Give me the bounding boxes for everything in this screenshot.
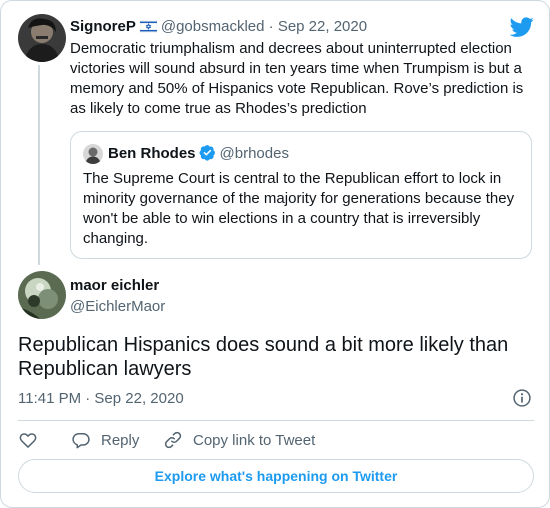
tweet-card: SignoreP @gobsmackled · Sep 22, 2020 Dem… bbox=[0, 0, 550, 508]
explore-label: Explore what's happening on Twitter bbox=[154, 468, 398, 484]
reply-label: Reply bbox=[101, 431, 140, 449]
quoted-tweet-text: The Supreme Court is central to the Repu… bbox=[83, 170, 515, 247]
twitter-bird-icon[interactable] bbox=[510, 15, 534, 39]
heart-icon bbox=[19, 433, 37, 448]
maor-eichler-avatar[interactable] bbox=[18, 271, 66, 319]
main-author-name[interactable]: maor eichler bbox=[70, 276, 159, 296]
parent-author-name[interactable]: SignoreP bbox=[70, 18, 136, 35]
main-tweet-text: Republican Hispanics does sound a bit mo… bbox=[18, 334, 509, 380]
header-separator: · bbox=[268, 18, 274, 35]
signorep-avatar[interactable] bbox=[18, 14, 66, 62]
quoted-author-handle: @brhodes bbox=[219, 145, 289, 162]
divider bbox=[18, 420, 534, 421]
like-button[interactable] bbox=[18, 429, 38, 451]
thread-connector-line bbox=[38, 65, 40, 265]
verified-badge-icon bbox=[199, 145, 215, 161]
copy-link-label: Copy link to Tweet bbox=[193, 431, 316, 449]
parent-tweet-date[interactable]: Sep 22, 2020 bbox=[278, 18, 367, 35]
parent-tweet-header: SignoreP @gobsmackled · Sep 22, 2020 bbox=[70, 17, 367, 37]
link-icon bbox=[164, 431, 182, 449]
quoted-tweet-header: Ben Rhodes @brhodes bbox=[108, 144, 289, 164]
explore-twitter-button[interactable]: Explore what's happening on Twitter bbox=[18, 459, 534, 493]
reply-button[interactable]: Reply bbox=[71, 429, 139, 451]
ben-rhodes-avatar bbox=[83, 144, 103, 164]
parent-tweet-text: Democratic triumphalism and decrees abou… bbox=[70, 40, 524, 117]
israel-flag-icon bbox=[139, 20, 157, 33]
copy-link-button[interactable]: Copy link to Tweet bbox=[163, 429, 315, 451]
reply-icon bbox=[72, 433, 90, 449]
main-author-handle[interactable]: @EichlerMaor bbox=[70, 297, 165, 317]
info-icon[interactable] bbox=[512, 388, 532, 408]
parent-author-handle[interactable]: @gobsmackled bbox=[161, 18, 265, 35]
main-tweet-timestamp[interactable]: 11:41 PM · Sep 22, 2020 bbox=[18, 389, 184, 409]
quoted-tweet[interactable]: Ben Rhodes @brhodes The Supreme Court is… bbox=[70, 131, 532, 259]
quoted-author-name: Ben Rhodes bbox=[108, 145, 196, 162]
